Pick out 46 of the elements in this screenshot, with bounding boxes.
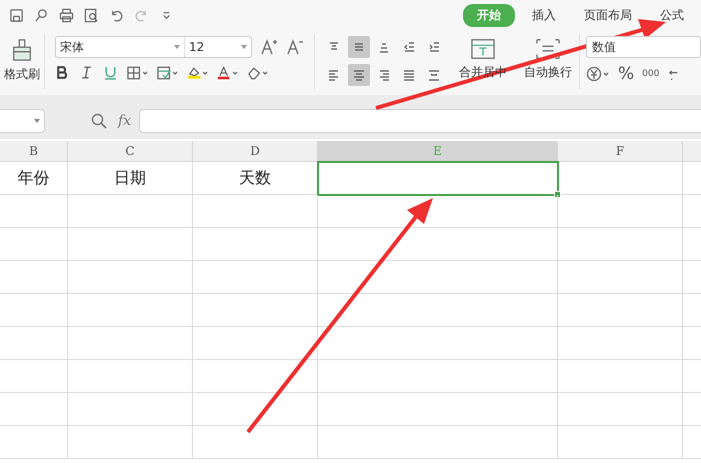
align-left-icon (327, 68, 341, 82)
align-distribute-icon (427, 68, 441, 82)
wrap-text-icon[interactable] (536, 38, 560, 60)
table-cell: 年份 (0, 162, 68, 194)
decrease-font-size-icon[interactable] (286, 38, 304, 56)
ribbon-tab[interactable]: 公式 (649, 4, 695, 26)
percent-button[interactable]: % (618, 64, 634, 84)
zoom-icon[interactable] (91, 113, 107, 129)
ribbon-tab[interactable]: 插入 (521, 4, 567, 26)
table-cell: 日期 (68, 162, 193, 194)
borders-icon[interactable] (127, 66, 148, 80)
column-header[interactable]: C (68, 141, 193, 161)
cell-style-icon[interactable] (157, 66, 178, 80)
ribbon-tab[interactable]: 页面布局 (573, 4, 643, 26)
column-header[interactable]: B (0, 141, 68, 161)
merge-cells-icon[interactable] (471, 38, 495, 60)
printer-icon[interactable] (59, 8, 74, 22)
wrap-text-button[interactable]: 自动换行 (524, 64, 572, 81)
print-preview-icon[interactable] (84, 8, 99, 22)
number-format-field[interactable]: 数值 (586, 36, 701, 58)
currency-icon[interactable] (586, 66, 610, 82)
format-painter-button[interactable]: 格式刷 (4, 66, 40, 83)
active-cell[interactable] (317, 161, 559, 196)
align-button[interactable] (348, 64, 370, 86)
function-label[interactable]: fx (118, 113, 132, 129)
align-outdent-icon (402, 40, 416, 54)
align-justify-icon (402, 68, 416, 82)
font-color-icon[interactable] (217, 66, 238, 80)
dropdown-arrow-icon[interactable] (34, 119, 40, 123)
bold-icon[interactable] (55, 65, 70, 80)
column-header[interactable]: F (558, 141, 683, 161)
thousands-separator-button[interactable]: 000 (642, 69, 660, 79)
align-indent-icon (427, 40, 441, 54)
format-painter-icon[interactable] (11, 38, 33, 62)
italic-icon[interactable] (79, 65, 94, 80)
eraser-icon[interactable] (247, 66, 268, 80)
search-icon[interactable] (34, 8, 49, 22)
save-icon[interactable] (9, 8, 24, 22)
align-right-icon (377, 68, 391, 82)
formula-input[interactable] (139, 109, 701, 133)
align-button[interactable] (348, 36, 370, 58)
align-center-icon (352, 68, 366, 82)
underline-icon[interactable] (103, 65, 118, 80)
fill-color-icon[interactable] (187, 66, 208, 80)
table-cell: 天数 (193, 162, 318, 194)
increase-font-size-icon[interactable] (260, 38, 278, 56)
